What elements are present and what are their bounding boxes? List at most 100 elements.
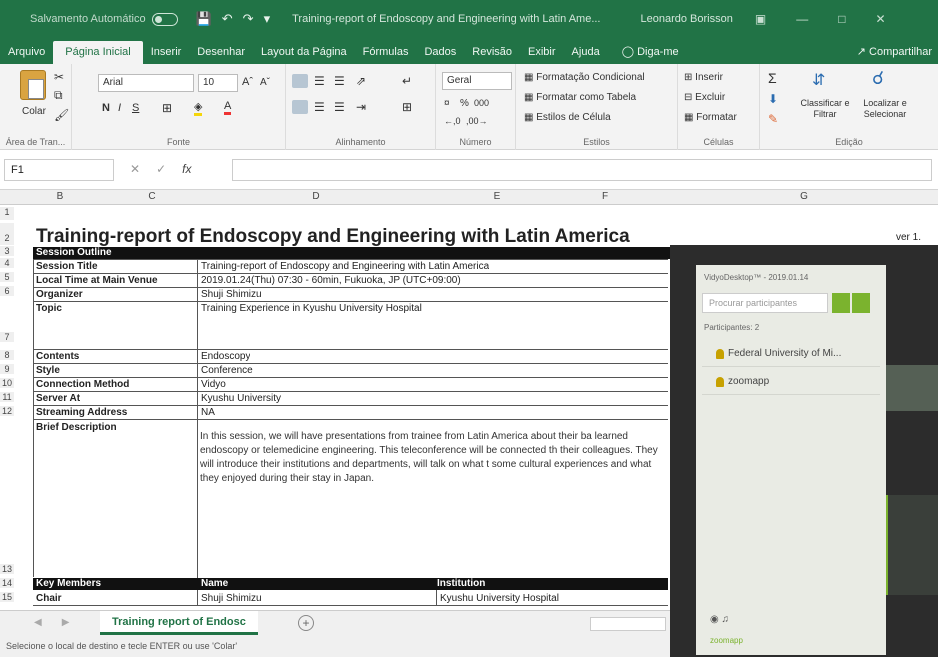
tab-draw[interactable]: Desenhar <box>189 46 253 64</box>
indent-icon[interactable]: ⇥ <box>356 100 366 114</box>
insert-cells-button[interactable]: ⊞ Inserir <box>684 72 723 83</box>
autosum-icon[interactable]: Σ <box>768 70 777 86</box>
ribbon-display-icon[interactable]: ▣ <box>755 12 766 26</box>
participant-search-input[interactable]: Procurar participantes <box>702 293 828 313</box>
invite-icon[interactable] <box>832 293 850 313</box>
find-select-label[interactable]: Localizar e Selecionar <box>856 98 914 120</box>
tab-file[interactable]: Arquivo <box>0 46 53 64</box>
row-number[interactable]: 2 <box>0 223 14 245</box>
wrap-text-icon[interactable]: ↵ <box>402 74 412 88</box>
grow-font-icon[interactable]: Aˆ <box>242 76 253 88</box>
italic-icon[interactable]: I <box>118 102 121 114</box>
copy-icon[interactable]: ⧉ <box>54 88 63 103</box>
increase-decimal-icon[interactable]: ←,0 <box>444 116 461 126</box>
report-title[interactable]: Training-report of Endoscopy and Enginee… <box>36 226 630 248</box>
fx-icon[interactable]: fx <box>182 162 191 176</box>
column-header[interactable]: G <box>800 191 808 202</box>
user-name[interactable]: Leonardo Borisson <box>641 13 733 25</box>
fill-color-icon[interactable]: ◈ <box>194 100 203 116</box>
find-icon[interactable]: ☌ <box>872 68 884 89</box>
align-center-icon[interactable]: ☰ <box>314 100 325 114</box>
next-sheet-icon[interactable]: ▶ <box>62 617 70 628</box>
align-left-icon[interactable] <box>292 100 308 114</box>
row-number[interactable]: 15 <box>0 592 14 602</box>
column-header[interactable]: E <box>494 191 501 202</box>
chair-label[interactable]: Chair <box>36 593 62 605</box>
cell-styles-button[interactable]: ▦ Estilos de Célula <box>524 112 611 123</box>
row-label[interactable]: Brief Description <box>36 422 117 434</box>
tab-help[interactable]: Ajuda <box>564 46 608 64</box>
row-label[interactable]: Contents <box>36 351 79 363</box>
format-painter-icon[interactable]: 🖌 <box>54 108 69 122</box>
row-label[interactable]: Session Title <box>36 261 98 273</box>
row-label[interactable]: Style <box>36 365 60 377</box>
save-icon[interactable]: 💾 <box>196 11 212 27</box>
undo-icon[interactable]: ↶ <box>222 11 233 27</box>
tab-home[interactable]: Página Inicial <box>53 41 143 64</box>
font-color-icon[interactable]: A <box>224 100 232 115</box>
row-value[interactable]: NA <box>201 407 215 419</box>
enter-icon[interactable]: ✓ <box>156 162 166 176</box>
version-label[interactable]: ver 1. <box>896 232 921 243</box>
name-box[interactable]: F1 <box>4 159 114 181</box>
row-number[interactable]: 8 <box>0 350 14 360</box>
row-label[interactable]: Local Time at Main Venue <box>36 275 158 287</box>
row-number[interactable]: 1 <box>0 207 14 220</box>
row-value[interactable]: Vidyo <box>201 379 226 391</box>
align-right-icon[interactable]: ☰ <box>334 100 345 114</box>
row-number[interactable]: 4 <box>0 258 14 268</box>
formula-input[interactable] <box>232 159 932 181</box>
chair-institution[interactable]: Kyushu University Hospital <box>440 593 559 605</box>
row-value[interactable]: Conference <box>201 365 253 377</box>
session-outline-label[interactable]: Session Outline <box>36 247 112 259</box>
row-value[interactable]: 2019.01.24(Thu) 07:30 - 60min, Fukuoka, … <box>201 275 461 287</box>
row-label[interactable]: Organizer <box>36 289 83 301</box>
clear-icon[interactable]: ✎ <box>768 112 778 126</box>
institution-header[interactable]: Institution <box>437 578 485 590</box>
cut-icon[interactable]: ✂ <box>54 70 64 84</box>
shrink-font-icon[interactable]: Aˇ <box>260 77 270 88</box>
row-number[interactable]: 14 <box>0 578 14 588</box>
merge-center-icon[interactable]: ⊞ <box>402 100 412 114</box>
align-middle-icon[interactable]: ☰ <box>314 74 325 88</box>
format-table-button[interactable]: ▦ Formatar como Tabela <box>524 92 636 103</box>
font-name-box[interactable]: Arial <box>98 74 194 92</box>
row-number[interactable]: 13 <box>0 564 14 574</box>
underline-icon[interactable]: S <box>132 102 139 114</box>
fill-icon[interactable]: ⬇ <box>768 92 778 106</box>
column-header[interactable]: B <box>57 191 64 202</box>
delete-cells-button[interactable]: ⊟ Excluir <box>684 92 725 103</box>
row-value[interactable]: Training-report of Endoscopy and Enginee… <box>201 261 489 273</box>
name-header[interactable]: Name <box>201 578 228 590</box>
cancel-icon[interactable]: ✕ <box>130 162 140 176</box>
column-header[interactable]: C <box>148 191 155 202</box>
column-header[interactable]: F <box>602 191 608 202</box>
align-top-icon[interactable] <box>292 74 308 88</box>
number-format-box[interactable]: Geral <box>442 72 512 90</box>
tell-me-search[interactable]: ◯ Diga-me <box>622 45 679 64</box>
row-number[interactable]: 7 <box>0 332 14 342</box>
participant-item[interactable]: zoomapp <box>702 369 880 395</box>
tab-insert[interactable]: Inserir <box>143 46 190 64</box>
row-value[interactable]: Training Experience in Kyushu University… <box>201 303 422 315</box>
conditional-format-button[interactable]: ▦ Formatação Condicional <box>524 72 645 83</box>
key-members-label[interactable]: Key Members <box>36 578 101 590</box>
column-header[interactable]: D <box>312 191 319 202</box>
row-label[interactable]: Topic <box>36 303 62 315</box>
orientation-icon[interactable]: ⇗ <box>356 74 366 88</box>
percent-icon[interactable]: % <box>460 98 469 109</box>
row-label[interactable]: Connection Method <box>36 379 129 391</box>
row-number[interactable]: 5 <box>0 272 14 282</box>
paste-label[interactable]: Colar <box>22 106 46 117</box>
share-button[interactable]: ↗ Compartilhar <box>857 45 938 64</box>
brief-description[interactable]: In this session, we will have presentati… <box>200 430 670 486</box>
horizontal-scrollbar[interactable] <box>590 617 666 631</box>
tab-page-layout[interactable]: Layout da Página <box>253 46 355 64</box>
align-bottom-icon[interactable]: ☰ <box>334 74 345 88</box>
tab-review[interactable]: Revisão <box>464 46 520 64</box>
row-number[interactable]: 9 <box>0 364 14 374</box>
minimize-icon[interactable]: — <box>796 12 808 26</box>
sort-filter-icon[interactable]: ⇵ <box>812 70 825 90</box>
redo-icon[interactable]: ↷ <box>243 11 254 27</box>
row-label[interactable]: Streaming Address <box>36 407 127 419</box>
